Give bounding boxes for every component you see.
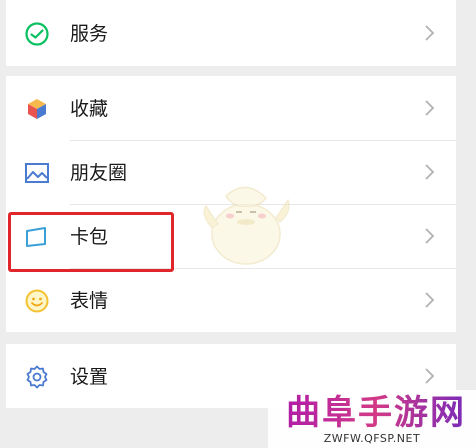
settings-icon xyxy=(26,365,48,389)
menu-item-label: 表情 xyxy=(70,290,109,312)
moments-icon xyxy=(25,163,49,183)
site-watermark: 曲阜手游网 ZWFW.QFSP.NET xyxy=(268,390,476,448)
highlight-box xyxy=(8,212,174,272)
menu-group-service: 服务 xyxy=(6,0,456,66)
chevron-right-icon xyxy=(425,368,435,384)
service-icon xyxy=(25,22,49,46)
menu-item-label: 收藏 xyxy=(70,98,109,120)
sticker-icon xyxy=(25,289,49,313)
menu-item-label: 设置 xyxy=(70,366,109,388)
menu-item-service[interactable]: 服务 xyxy=(6,1,456,65)
menu-item-label: 朋友圈 xyxy=(70,162,128,184)
chevron-right-icon xyxy=(425,164,435,180)
watermark-title-text: 曲阜手游网 xyxy=(286,393,466,432)
chevron-right-icon xyxy=(425,292,435,308)
menu-item-label: 服务 xyxy=(70,23,109,45)
menu-item-favorites[interactable]: 收藏 xyxy=(6,76,456,140)
chevron-right-icon xyxy=(425,228,435,244)
favorites-icon xyxy=(28,99,46,119)
chevron-right-icon xyxy=(425,25,435,41)
chevron-right-icon xyxy=(425,100,435,116)
mascot-watermark-icon xyxy=(203,186,290,265)
menu-item-sticker[interactable]: 表情 xyxy=(6,268,456,332)
watermark-logo-text: 曲阜手游网 xyxy=(286,393,466,433)
watermark-url: ZWFW.QFSP.NET xyxy=(323,432,421,445)
